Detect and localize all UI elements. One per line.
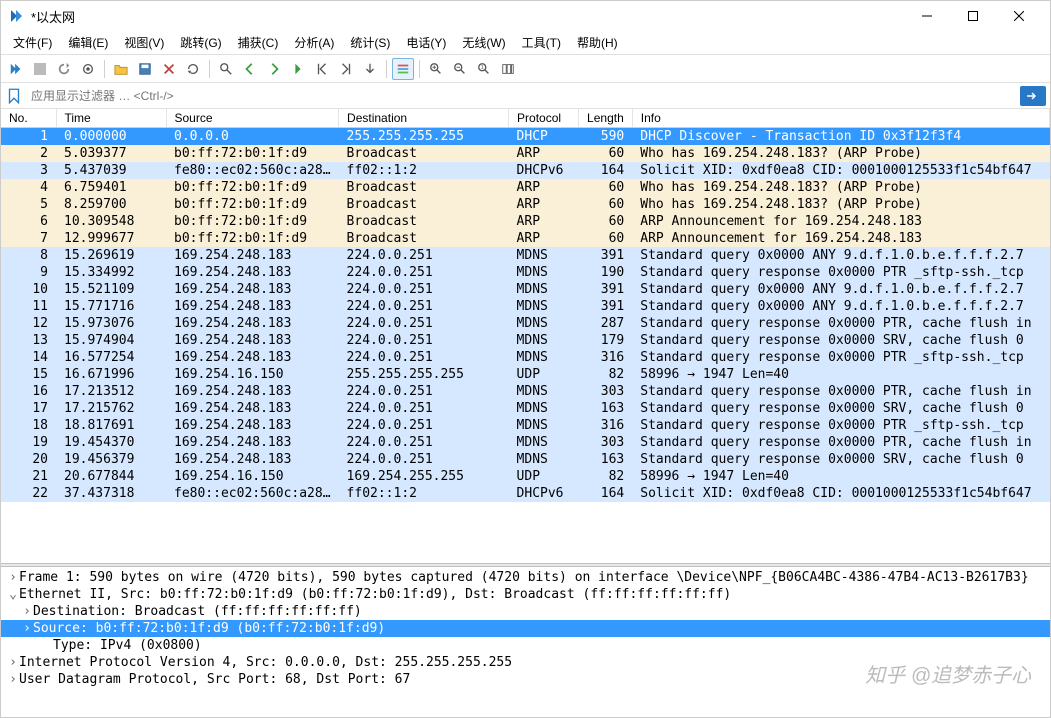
leaf-icon — [41, 638, 53, 653]
tree-udp[interactable]: ›User Datagram Protocol, Src Port: 68, D… — [1, 671, 1050, 688]
tree-eth-type[interactable]: Type: IPv4 (0x0800) — [1, 637, 1050, 654]
reload-button[interactable] — [182, 58, 204, 80]
packet-row[interactable]: 1416.577254169.254.248.183224.0.0.251MDN… — [1, 349, 1050, 366]
menubar: 文件(F) 编辑(E) 视图(V) 跳转(G) 捕获(C) 分析(A) 统计(S… — [1, 31, 1050, 55]
capture-options-button[interactable] — [77, 58, 99, 80]
menu-help[interactable]: 帮助(H) — [569, 32, 626, 53]
packet-row[interactable]: 1015.521109169.254.248.183224.0.0.251MDN… — [1, 281, 1050, 298]
bookmark-icon[interactable] — [5, 87, 23, 105]
open-file-button[interactable] — [110, 58, 132, 80]
packet-row[interactable]: 1516.671996169.254.16.150255.255.255.255… — [1, 366, 1050, 383]
packet-row[interactable]: 58.259700b0:ff:72:b0:1f:d9BroadcastARP60… — [1, 196, 1050, 213]
caret-icon[interactable]: › — [7, 570, 19, 585]
packet-row[interactable]: 1115.771716169.254.248.183224.0.0.251MDN… — [1, 298, 1050, 315]
apply-filter-button[interactable] — [1020, 86, 1046, 106]
menu-tools[interactable]: 工具(T) — [514, 32, 569, 53]
packet-details-pane[interactable]: ›Frame 1: 590 bytes on wire (4720 bits),… — [1, 567, 1050, 717]
packet-row[interactable]: 25.039377b0:ff:72:b0:1f:d9BroadcastARP60… — [1, 145, 1050, 162]
col-protocol[interactable]: Protocol — [509, 109, 579, 128]
packet-row[interactable]: 46.759401b0:ff:72:b0:1f:d9BroadcastARP60… — [1, 179, 1050, 196]
caret-icon[interactable]: › — [21, 604, 33, 619]
packet-row[interactable]: 2237.437318fe80::ec02:560c:a28…ff02::1:2… — [1, 485, 1050, 502]
packet-row[interactable]: 35.437039fe80::ec02:560c:a28…ff02::1:2DH… — [1, 162, 1050, 179]
zoom-out-button[interactable] — [449, 58, 471, 80]
tree-udp-label: User Datagram Protocol, Src Port: 68, Ds… — [19, 672, 410, 687]
minimize-button[interactable] — [904, 1, 950, 31]
menu-edit[interactable]: 编辑(E) — [60, 32, 116, 53]
go-last-button[interactable] — [335, 58, 357, 80]
menu-capture[interactable]: 捕获(C) — [230, 32, 287, 53]
auto-scroll-button[interactable] — [359, 58, 381, 80]
col-length[interactable]: Length — [579, 109, 633, 128]
close-file-button[interactable] — [158, 58, 180, 80]
packet-row[interactable]: 1818.817691169.254.248.183224.0.0.251MDN… — [1, 417, 1050, 434]
go-back-button[interactable] — [239, 58, 261, 80]
tree-frame[interactable]: ›Frame 1: 590 bytes on wire (4720 bits),… — [1, 569, 1050, 586]
menu-analyze[interactable]: 分析(A) — [286, 32, 342, 53]
packet-row[interactable]: 10.0000000.0.0.0255.255.255.255DHCP590DH… — [1, 128, 1050, 146]
menu-statistics[interactable]: 统计(S) — [342, 32, 398, 53]
menu-go[interactable]: 跳转(G) — [172, 32, 229, 53]
app-icon — [9, 8, 25, 24]
titlebar: *以太网 — [1, 1, 1050, 31]
packet-row[interactable]: 1617.213512169.254.248.183224.0.0.251MDN… — [1, 383, 1050, 400]
tree-ip-label: Internet Protocol Version 4, Src: 0.0.0.… — [19, 655, 512, 670]
packet-list-header[interactable]: No. Time Source Destination Protocol Len… — [1, 109, 1050, 128]
tree-eth-dst[interactable]: ›Destination: Broadcast (ff:ff:ff:ff:ff:… — [1, 603, 1050, 620]
col-info[interactable]: Info — [632, 109, 1049, 128]
packet-row[interactable]: 815.269619169.254.248.183224.0.0.251MDNS… — [1, 247, 1050, 264]
go-forward-button[interactable] — [263, 58, 285, 80]
col-destination[interactable]: Destination — [339, 109, 509, 128]
packet-row[interactable]: 1215.973076169.254.248.183224.0.0.251MDN… — [1, 315, 1050, 332]
tree-frame-label: Frame 1: 590 bytes on wire (4720 bits), … — [19, 570, 1029, 585]
go-first-button[interactable] — [311, 58, 333, 80]
packet-row[interactable]: 1919.454370169.254.248.183224.0.0.251MDN… — [1, 434, 1050, 451]
caret-icon[interactable]: › — [7, 672, 19, 687]
resize-columns-button[interactable] — [497, 58, 519, 80]
tree-ethernet[interactable]: ⌄Ethernet II, Src: b0:ff:72:b0:1f:d9 (b0… — [1, 586, 1050, 603]
tree-eth-dst-label: Destination: Broadcast (ff:ff:ff:ff:ff:f… — [33, 604, 362, 619]
tree-eth-src-label: Source: b0:ff:72:b0:1f:d9 (b0:ff:72:b0:1… — [33, 621, 385, 636]
col-time[interactable]: Time — [56, 109, 166, 128]
packet-row[interactable]: 1315.974904169.254.248.183224.0.0.251MDN… — [1, 332, 1050, 349]
col-source[interactable]: Source — [166, 109, 339, 128]
find-packet-button[interactable] — [215, 58, 237, 80]
svg-text:1: 1 — [481, 65, 484, 71]
packet-row[interactable]: 610.309548b0:ff:72:b0:1f:d9BroadcastARP6… — [1, 213, 1050, 230]
menu-file[interactable]: 文件(F) — [5, 32, 60, 53]
filter-bar — [1, 83, 1050, 109]
maximize-button[interactable] — [950, 1, 996, 31]
packet-list-pane[interactable]: No. Time Source Destination Protocol Len… — [1, 109, 1050, 563]
zoom-in-button[interactable] — [425, 58, 447, 80]
caret-down-icon[interactable]: ⌄ — [7, 587, 19, 602]
window-title: *以太网 — [31, 7, 904, 26]
display-filter-input[interactable] — [27, 87, 1016, 105]
packet-row[interactable]: 2019.456379169.254.248.183224.0.0.251MDN… — [1, 451, 1050, 468]
tree-eth-type-label: Type: IPv4 (0x0800) — [53, 638, 202, 653]
colorize-button[interactable] — [392, 58, 414, 80]
packet-row[interactable]: 712.999677b0:ff:72:b0:1f:d9BroadcastARP6… — [1, 230, 1050, 247]
packet-row[interactable]: 2120.677844169.254.16.150169.254.255.255… — [1, 468, 1050, 485]
save-file-button[interactable] — [134, 58, 156, 80]
menu-wireless[interactable]: 无线(W) — [454, 32, 513, 53]
zoom-reset-button[interactable]: 1 — [473, 58, 495, 80]
close-button[interactable] — [996, 1, 1042, 31]
col-no[interactable]: No. — [1, 109, 56, 128]
tree-eth-label: Ethernet II, Src: b0:ff:72:b0:1f:d9 (b0:… — [19, 587, 731, 602]
tree-ip[interactable]: ›Internet Protocol Version 4, Src: 0.0.0… — [1, 654, 1050, 671]
packet-row[interactable]: 1717.215762169.254.248.183224.0.0.251MDN… — [1, 400, 1050, 417]
tree-eth-src[interactable]: ›Source: b0:ff:72:b0:1f:d9 (b0:ff:72:b0:… — [1, 620, 1050, 637]
packet-row[interactable]: 915.334992169.254.248.183224.0.0.251MDNS… — [1, 264, 1050, 281]
caret-icon[interactable]: › — [7, 655, 19, 670]
start-capture-button[interactable] — [5, 58, 27, 80]
restart-capture-button[interactable] — [53, 58, 75, 80]
caret-icon[interactable]: › — [21, 621, 33, 636]
go-to-packet-button[interactable] — [287, 58, 309, 80]
toolbar: 1 — [1, 55, 1050, 83]
menu-view[interactable]: 视图(V) — [116, 32, 172, 53]
stop-capture-button[interactable] — [29, 58, 51, 80]
menu-telephony[interactable]: 电话(Y) — [398, 32, 454, 53]
